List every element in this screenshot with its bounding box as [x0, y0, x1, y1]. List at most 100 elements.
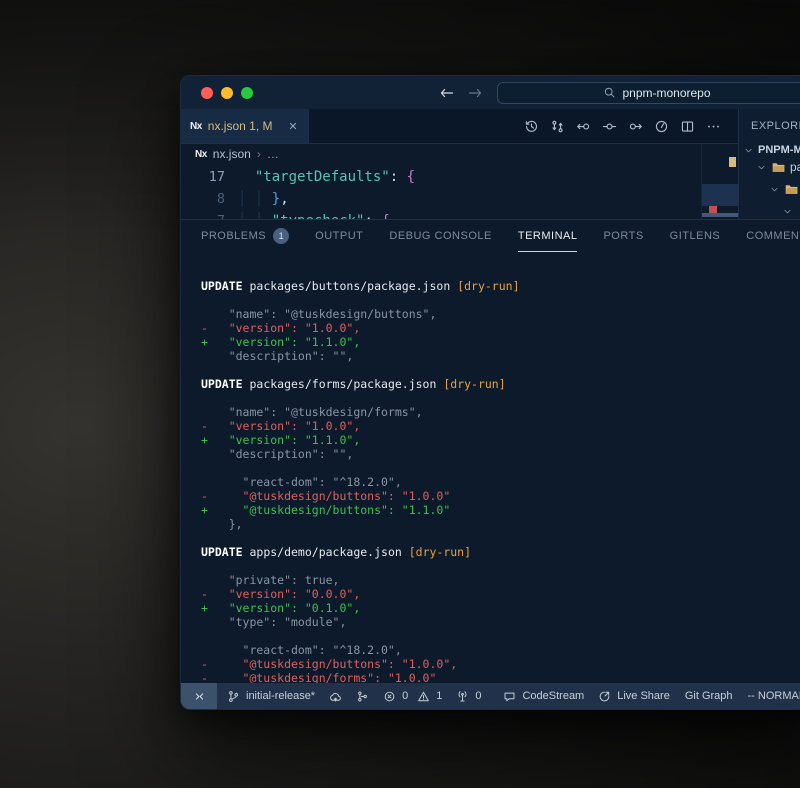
code-line[interactable]: │ │ "typecheck": {	[238, 210, 738, 219]
git-pull-icon[interactable]	[550, 119, 565, 134]
line-number[interactable]: 8	[181, 188, 225, 210]
tab-nx-json[interactable]: Nx nx.json 1, M	[181, 109, 309, 143]
terminal-line: UPDATE apps/demo/package.json [dry-run]	[201, 545, 800, 559]
share-icon	[598, 690, 611, 703]
gitlens-status[interactable]	[349, 683, 376, 709]
terminal-line: - "version": "0.0.0",	[201, 587, 800, 601]
terminal-line: "private": true,	[201, 573, 800, 587]
codestream-status[interactable]: CodeStream	[496, 683, 591, 709]
status-item-label: initial-release*	[246, 690, 315, 702]
panel-tab-output[interactable]: OUTPUT	[315, 220, 363, 252]
panel-tab-label: GITLENS	[670, 230, 721, 242]
search-text: pnpm-monorepo	[622, 86, 710, 100]
breadcrumb-more[interactable]: …	[267, 147, 279, 161]
code-line[interactable]: "targetDefaults": {	[238, 166, 738, 188]
minimap[interactable]	[701, 144, 738, 219]
tree-item-label: packages	[790, 160, 800, 174]
problems-count-badge: 1	[273, 228, 289, 244]
panel-tab-label: DEBUG CONSOLE	[389, 230, 491, 242]
minimap-modified-mark	[729, 157, 736, 167]
chevron-down-icon	[782, 206, 793, 217]
panel-tab-problems[interactable]: PROBLEMS1	[201, 220, 289, 252]
terminal-line: UPDATE packages/forms/package.json [dry-…	[201, 377, 800, 391]
ports-status[interactable]: 0	[449, 683, 488, 709]
panel-tab-terminal[interactable]: TERMINAL	[518, 220, 578, 252]
remote-indicator[interactable]	[181, 683, 217, 709]
git-branch-status[interactable]: initial-release*	[220, 683, 322, 709]
line-number[interactable]: 17	[181, 166, 225, 188]
status-item-label: 0	[475, 690, 481, 702]
open-change-icon[interactable]	[602, 119, 617, 134]
terminal-line: "react-dom": "^18.2.0",	[201, 643, 800, 657]
panel-tab-gitlens[interactable]: GITLENS	[670, 220, 721, 252]
panel-tab-comments[interactable]: COMMENTS	[746, 220, 800, 252]
panel-tab-bar: PROBLEMS1 OUTPUT DEBUG CONSOLE TERMINAL PORT…	[181, 220, 800, 252]
comment-icon	[503, 690, 516, 703]
line-number-gutter[interactable]: 1787	[181, 164, 238, 219]
command-center-search[interactable]: pnpm-monorepo	[497, 82, 800, 104]
panel-tab-label: TERMINAL	[518, 230, 578, 242]
next-change-icon[interactable]	[628, 119, 643, 134]
status-item-label: CodeStream	[522, 690, 584, 702]
breadcrumb-separator: ›	[257, 147, 261, 161]
vim-mode[interactable]: -- NORMAL --	[740, 683, 800, 709]
terminal-line	[201, 531, 800, 545]
more-actions-icon[interactable]	[706, 119, 721, 134]
run-file-icon[interactable]	[654, 119, 669, 134]
line-number[interactable]: 7	[181, 210, 225, 219]
terminal-line	[201, 391, 800, 405]
status-item-label: -- NORMAL --	[748, 690, 800, 702]
terminal-line	[201, 293, 800, 307]
error-icon	[383, 690, 396, 703]
terminal-line: "description": "",	[201, 447, 800, 461]
back-arrow-icon[interactable]	[439, 85, 455, 101]
split-editor-icon[interactable]	[680, 119, 695, 134]
compare-icon	[356, 690, 369, 703]
panel-tab-label: COMMENTS	[746, 230, 800, 242]
terminal-output[interactable]: UPDATE packages/buttons/package.json [dr…	[181, 252, 800, 683]
terminal-line: - "@tuskdesign/buttons": "1.0.0"	[201, 489, 800, 503]
tree-item-buttons[interactable]: buttons	[739, 178, 800, 200]
forward-arrow-icon[interactable]	[467, 85, 483, 101]
editor-actions	[524, 109, 738, 143]
panel-tab-ports[interactable]: PORTS	[603, 220, 643, 252]
traffic-lights	[201, 87, 253, 99]
warning-icon	[417, 690, 430, 703]
terminal-line: - "version": "1.0.0",	[201, 321, 800, 335]
live-share-status[interactable]: Live Share	[591, 683, 677, 709]
breadcrumb-file[interactable]: nx.json	[213, 147, 251, 161]
minimap-viewport[interactable]	[702, 184, 738, 206]
editor-tab-strip: Nx nx.json 1, M	[181, 109, 738, 144]
horizontal-scrollbar[interactable]	[702, 213, 738, 217]
terminal-line: "description": "",	[201, 349, 800, 363]
minimize-window-button[interactable]	[221, 87, 233, 99]
code-editor[interactable]: 1787 "targetDefaults": {│ │ },│ │ "typec…	[181, 164, 738, 219]
terminal-line: "name": "@tuskdesign/forms",	[201, 405, 800, 419]
zoom-window-button[interactable]	[241, 87, 253, 99]
folder-icon	[784, 182, 799, 197]
terminal-line: + "@tuskdesign/buttons": "1.1.0"	[201, 503, 800, 517]
panel-tab-debug-console[interactable]: DEBUG CONSOLE	[389, 220, 491, 252]
search-icon	[603, 86, 616, 99]
git-graph-status[interactable]: Git Graph	[677, 683, 740, 709]
title-bar: pnpm-monorepo	[181, 76, 800, 109]
explorer-tree: packages buttons	[739, 156, 800, 219]
explorer-root-folder[interactable]: PNPM-MONOREPO	[739, 144, 800, 156]
terminal-line: + "version": "0.1.0",	[201, 601, 800, 615]
problems-status[interactable]: 01	[376, 683, 449, 709]
tree-item-packages[interactable]: packages	[739, 156, 800, 178]
publish-changes[interactable]	[322, 683, 349, 709]
timeline-history-icon[interactable]	[524, 119, 539, 134]
close-tab-icon[interactable]	[287, 120, 299, 132]
close-window-button[interactable]	[201, 87, 213, 99]
explorer-sidebar: EXPLORER PNPM-MONOREPO packagesbuttons	[738, 109, 800, 219]
status-item-label: 0	[402, 690, 408, 702]
code-lines[interactable]: "targetDefaults": {│ │ },│ │ "typecheck"…	[238, 164, 738, 219]
tree-item[interactable]	[739, 200, 800, 219]
previous-change-icon[interactable]	[576, 119, 591, 134]
chevron-down-icon	[756, 162, 767, 173]
terminal-line: - "@tuskdesign/buttons": "1.0.0",	[201, 657, 800, 671]
code-line[interactable]: │ │ },	[238, 188, 738, 210]
terminal-line: + "version": "1.1.0",	[201, 433, 800, 447]
terminal-line: "type": "module",	[201, 615, 800, 629]
